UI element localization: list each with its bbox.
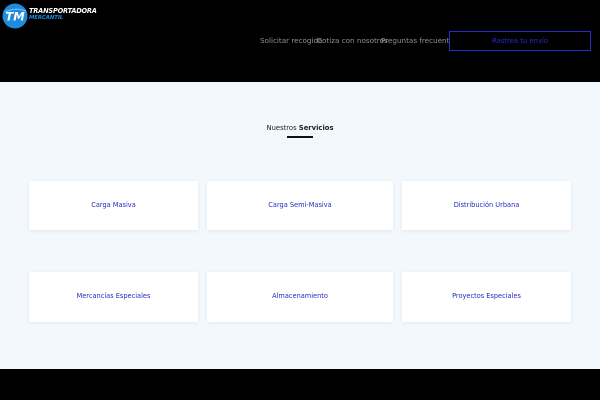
service-card-label: Carga Masiva	[91, 201, 136, 209]
logo-line-2: MERCANTIL	[29, 15, 64, 21]
site-footer	[0, 369, 600, 400]
services-section-title: Nuestros Servicios	[200, 124, 400, 132]
nav-preguntas-frecuentes[interactable]: Preguntas frecuentes	[381, 36, 458, 45]
service-card-mercancias-especiales[interactable]: Mercancías Especiales	[29, 272, 198, 322]
service-card-almacenamiento[interactable]: Almacenamiento	[207, 272, 393, 322]
service-card-proyectos-especiales[interactable]: Proyectos Especiales	[402, 272, 571, 322]
service-card-carga-semi-masiva[interactable]: Carga Semi-Masiva	[207, 181, 393, 230]
nav-cotiza-con-nosotros[interactable]: Cotiza con nosotros	[317, 36, 388, 45]
services-title-bold: Servicios	[298, 124, 334, 132]
title-underline	[287, 136, 313, 138]
service-card-label: Mercancías Especiales	[76, 292, 151, 300]
company-logo[interactable]: TM TRANSPORTADORA MERCANTIL	[2, 3, 97, 29]
logo-line-1: TRANSPORTADORA	[29, 7, 97, 15]
services-title-prefix: Nuestros	[266, 124, 297, 132]
site-header: TM TRANSPORTADORA MERCANTIL Solicitar re…	[0, 0, 600, 82]
logo-mark-text: TM	[5, 10, 25, 24]
service-card-label: Almacenamiento	[272, 292, 328, 300]
logo-wordmark: TRANSPORTADORA MERCANTIL	[29, 8, 97, 22]
tm-logo-icon: TM	[2, 3, 28, 29]
service-card-label: Proyectos Especiales	[452, 292, 521, 300]
service-card-carga-masiva[interactable]: Carga Masiva	[29, 181, 198, 230]
nav-solicitar-recogida[interactable]: Solicitar recogida	[260, 36, 322, 45]
track-shipment-button[interactable]: Rastrea tu envío	[449, 31, 591, 51]
service-card-label: Carga Semi-Masiva	[268, 201, 332, 209]
service-card-distribucion-urbana[interactable]: Distribución Urbana	[402, 181, 571, 230]
service-card-label: Distribución Urbana	[453, 201, 520, 209]
